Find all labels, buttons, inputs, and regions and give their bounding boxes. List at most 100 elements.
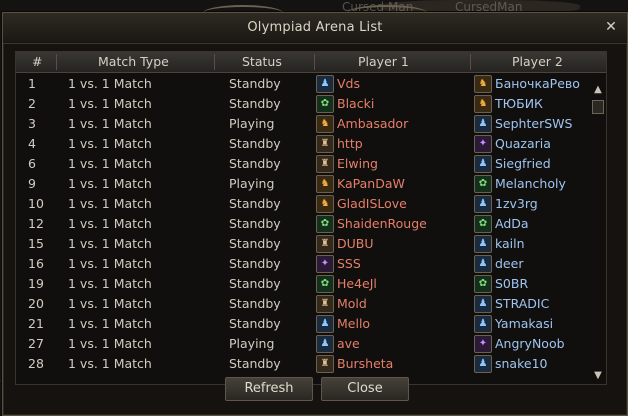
match-status: Standby bbox=[229, 296, 281, 311]
player-1-name: Elwing bbox=[337, 156, 378, 171]
match-type: 1 vs. 1 Match bbox=[68, 176, 152, 191]
match-status: Standby bbox=[229, 76, 281, 91]
player-2-name: AdDa bbox=[495, 216, 529, 231]
window-titlebar[interactable]: Olympiad Arena List ✕ bbox=[3, 5, 627, 44]
player-1-name: ave bbox=[337, 336, 360, 351]
table-row[interactable]: 1 1 vs. 1 Match Standby ♟ Vds ♞ БаночкаРево bbox=[16, 73, 606, 93]
human-class-icon: ♟ bbox=[474, 195, 492, 213]
column-header-match-type[interactable]: Match Type bbox=[98, 54, 169, 69]
player-1-name: Blacki bbox=[337, 96, 375, 111]
table-row[interactable]: 3 1 vs. 1 Match Playing ♞ Ambasador ♟ SephterS… bbox=[16, 113, 606, 133]
title-ornament-right bbox=[347, 5, 427, 21]
dwarf-class-icon: ♜ bbox=[316, 295, 334, 313]
player-1-name: DUBU bbox=[337, 236, 374, 251]
player-1-name: Bursheta bbox=[337, 356, 394, 371]
match-status: Standby bbox=[229, 136, 281, 151]
table-row[interactable]: 28 1 vs. 1 Match Standby ♜ Bursheta ♟ snake10 bbox=[16, 353, 606, 373]
table-row[interactable]: 9 1 vs. 1 Match Playing ♞ KaPanDaW ✿ Melanchol… bbox=[16, 173, 606, 193]
orc-class-icon: ♞ bbox=[316, 115, 334, 133]
match-type: 1 vs. 1 Match bbox=[68, 256, 152, 271]
table-row[interactable]: 20 1 vs. 1 Match Standby ♜ Mold ♟ STRADIC bbox=[16, 293, 606, 313]
scroll-down-icon[interactable]: ▼ bbox=[592, 370, 604, 382]
elf-class-icon: ✿ bbox=[316, 95, 334, 113]
match-number: 28 bbox=[28, 356, 44, 371]
player-2-name: snake10 bbox=[495, 356, 548, 371]
match-number: 20 bbox=[28, 296, 44, 311]
human-class-icon: ♟ bbox=[316, 75, 334, 93]
match-number: 15 bbox=[28, 236, 44, 251]
match-type: 1 vs. 1 Match bbox=[68, 336, 152, 351]
match-status: Playing bbox=[229, 116, 275, 131]
match-type: 1 vs. 1 Match bbox=[68, 196, 152, 211]
match-status: Standby bbox=[229, 256, 281, 271]
table-row[interactable]: 21 1 vs. 1 Match Standby ♟ Mello ♟ Yamakasi bbox=[16, 313, 606, 333]
player-2-name: STRADIC bbox=[495, 296, 550, 311]
orc-class-icon: ♞ bbox=[316, 195, 334, 213]
match-status: Playing bbox=[229, 336, 275, 351]
close-icon[interactable]: ✕ bbox=[603, 19, 619, 35]
player-1-name: He4eJl bbox=[337, 276, 377, 291]
human-class-icon: ♟ bbox=[474, 255, 492, 273]
table-row[interactable]: 6 1 vs. 1 Match Standby ♜ Elwing ♟ Siegfried bbox=[16, 153, 606, 173]
orc-class-icon: ♞ bbox=[316, 175, 334, 193]
dwarf-class-icon: ♜ bbox=[316, 355, 334, 373]
match-number: 27 bbox=[28, 336, 44, 351]
dwarf-class-icon: ♜ bbox=[316, 135, 334, 153]
dwarf-class-icon: ♜ bbox=[316, 235, 334, 253]
match-number: 21 bbox=[28, 316, 44, 331]
column-header-player-2[interactable]: Player 2 bbox=[512, 54, 563, 69]
human-class-icon: ♟ bbox=[474, 235, 492, 253]
table-row[interactable]: 27 1 vs. 1 Match Playing ♟ ave ✦ AngryNoob bbox=[16, 333, 606, 353]
column-header-status[interactable]: Status bbox=[242, 54, 282, 69]
match-type: 1 vs. 1 Match bbox=[68, 96, 152, 111]
scroll-up-icon[interactable]: ▲ bbox=[592, 84, 604, 96]
match-number: 9 bbox=[28, 176, 36, 191]
match-type: 1 vs. 1 Match bbox=[68, 296, 152, 311]
table-row[interactable]: 12 1 vs. 1 Match Standby ✿ ShaidenRouge ✿ AdDa bbox=[16, 213, 606, 233]
orc-class-icon: ♞ bbox=[474, 95, 492, 113]
player-2-name: S0BR bbox=[495, 276, 529, 291]
player-2-name: Quazaria bbox=[495, 136, 551, 151]
table-row[interactable]: 10 1 vs. 1 Match Standby ♞ GladISLove ♟ 1zv3rg bbox=[16, 193, 606, 213]
vertical-scrollbar[interactable]: ▲ ▼ bbox=[592, 82, 604, 382]
table-row[interactable]: 2 1 vs. 1 Match Standby ✿ Blacki ♞ ТЮБИК bbox=[16, 93, 606, 113]
player-2-name: SephterSWS bbox=[495, 116, 573, 131]
human-class-icon: ♟ bbox=[316, 315, 334, 333]
match-status: Standby bbox=[229, 156, 281, 171]
player-2-name: 1zv3rg bbox=[495, 196, 538, 211]
match-number: 4 bbox=[28, 136, 36, 151]
player-1-name: GladISLove bbox=[337, 196, 407, 211]
match-number: 1 bbox=[28, 76, 36, 91]
table-row[interactable]: 4 1 vs. 1 Match Standby ♜ http ✦ Quazaria bbox=[16, 133, 606, 153]
match-type: 1 vs. 1 Match bbox=[68, 136, 152, 151]
elf-class-icon: ✿ bbox=[316, 275, 334, 293]
column-header-player-1[interactable]: Player 1 bbox=[358, 54, 409, 69]
player-1-name: KaPanDaW bbox=[337, 176, 405, 191]
human-class-icon: ♟ bbox=[316, 335, 334, 353]
match-status: Standby bbox=[229, 276, 281, 291]
human-class-icon: ♟ bbox=[474, 355, 492, 373]
column-separator bbox=[214, 54, 215, 70]
match-number: 6 bbox=[28, 156, 36, 171]
close-button[interactable]: Close bbox=[321, 377, 409, 401]
match-number: 10 bbox=[28, 196, 44, 211]
refresh-button[interactable]: Refresh bbox=[225, 377, 313, 401]
match-status: Standby bbox=[229, 96, 281, 111]
table-row[interactable]: 15 1 vs. 1 Match Standby ♜ DUBU ♟ kailn bbox=[16, 233, 606, 253]
table-header: # Match Type Status Player 1 Player 2 bbox=[16, 52, 606, 73]
match-type: 1 vs. 1 Match bbox=[68, 316, 152, 331]
column-header-number[interactable]: # bbox=[32, 54, 42, 69]
player-2-name: deer bbox=[495, 256, 524, 271]
human-class-icon: ♟ bbox=[474, 115, 492, 133]
table-row[interactable]: 19 1 vs. 1 Match Standby ✿ He4eJl ✿ S0BR bbox=[16, 273, 606, 293]
player-2-name: kailn bbox=[495, 236, 525, 251]
match-type: 1 vs. 1 Match bbox=[68, 76, 152, 91]
table-row[interactable]: 16 1 vs. 1 Match Standby ✦ SSS ♟ deer bbox=[16, 253, 606, 273]
player-1-name: http bbox=[337, 136, 363, 151]
scroll-thumb[interactable] bbox=[592, 100, 604, 114]
match-status: Playing bbox=[229, 176, 275, 191]
title-ornament-left bbox=[203, 5, 283, 21]
player-1-name: Mello bbox=[337, 316, 371, 331]
match-type: 1 vs. 1 Match bbox=[68, 116, 152, 131]
player-1-name: SSS bbox=[337, 256, 361, 271]
